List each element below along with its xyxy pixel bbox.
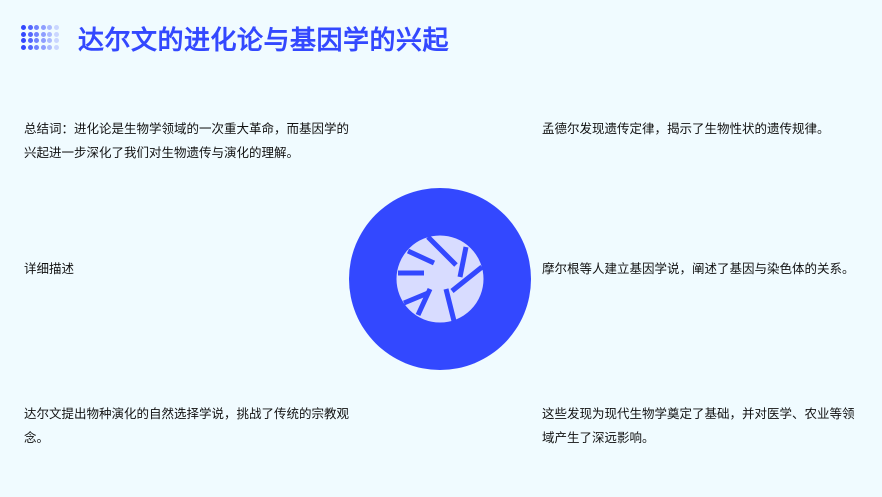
logo-dot xyxy=(40,38,46,43)
logo-dot xyxy=(34,25,39,30)
logo-dot xyxy=(34,44,39,50)
logo-dot xyxy=(47,44,52,50)
logo-dot xyxy=(21,38,26,43)
logo-dot xyxy=(47,38,52,43)
logo-dot xyxy=(53,38,59,43)
logo-dot xyxy=(21,25,26,30)
logo-dot xyxy=(27,38,33,43)
logo-dot xyxy=(27,25,33,30)
logo-dot xyxy=(40,31,46,37)
logo-dot xyxy=(27,31,33,37)
logo-dot xyxy=(40,44,46,50)
dot-grid-icon xyxy=(21,23,61,55)
slide: 达尔文的进化论与基因学的兴起 总结词：进化论是生物学领域的一次重大革命，而基因学… xyxy=(0,0,882,497)
center-circle xyxy=(349,188,531,370)
logo-dot xyxy=(21,44,26,50)
aperture-icon xyxy=(395,234,485,324)
darwin-text: 达尔文提出物种演化的自然选择学说，挑战了传统的宗教观念。 xyxy=(24,406,350,445)
logo-dot xyxy=(47,31,52,37)
logo-dot xyxy=(34,38,39,43)
logo-dot xyxy=(34,31,39,37)
logo-dot xyxy=(53,44,59,50)
morgan-text: 摩尔根等人建立基因学说，阐述了基因与染色体的关系。 xyxy=(542,261,855,276)
mendel-text: 孟德尔发现遗传定律，揭示了生物性状的遗传规律。 xyxy=(542,121,830,136)
detail-label: 详细描述 xyxy=(24,261,75,276)
logo-dot xyxy=(21,31,26,37)
page-title: 达尔文的进化论与基因学的兴起 xyxy=(78,26,450,56)
logo-dot xyxy=(27,44,33,50)
logo-dot xyxy=(47,25,52,30)
logo-dot xyxy=(40,25,46,30)
logo-dot xyxy=(53,31,59,37)
summary-text: 总结词：进化论是生物学领域的一次重大革命，而基因学的兴起进一步深化了我们对生物遗… xyxy=(24,121,350,160)
logo-dot xyxy=(53,25,59,30)
impact-text: 这些发现为现代生物学奠定了基础，并对医学、农业等领域产生了深远影响。 xyxy=(542,406,855,445)
